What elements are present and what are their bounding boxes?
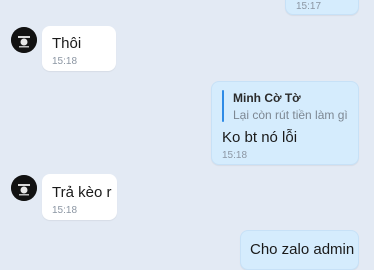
message-time: 15:18	[52, 205, 78, 216]
message-time: 15:17	[296, 1, 322, 12]
message-time: 15:18	[52, 56, 78, 67]
message-bubble-incoming[interactable]: Trả kèo r 15:18	[42, 174, 117, 220]
avatar-icon	[11, 27, 37, 53]
message-bubble-outgoing[interactable]: 15:17	[285, 0, 359, 15]
sender-avatar[interactable]	[11, 27, 37, 53]
reply-quote-bar	[222, 90, 224, 122]
message-bubble-outgoing[interactable]: Cho zalo admin	[240, 230, 359, 270]
message-time: 15:18	[222, 150, 248, 161]
reply-quote-sender: Minh Cờ Tờ	[233, 91, 301, 105]
message-bubble-incoming[interactable]: Thôi 15:18	[42, 26, 116, 71]
message-text: Ko bt nó lỗi	[222, 129, 298, 146]
avatar-icon	[11, 175, 37, 201]
message-text: Trả kèo r	[52, 184, 112, 201]
message-text: Thôi	[52, 35, 82, 52]
message-text: Cho zalo admin	[250, 241, 355, 258]
message-bubble-outgoing[interactable]: Minh Cờ Tờ Lại còn rút tiền làm gì Ko bt…	[211, 81, 359, 165]
sender-avatar[interactable]	[11, 175, 37, 201]
reply-quote-text: Lại còn rút tiền làm gì	[233, 108, 348, 122]
